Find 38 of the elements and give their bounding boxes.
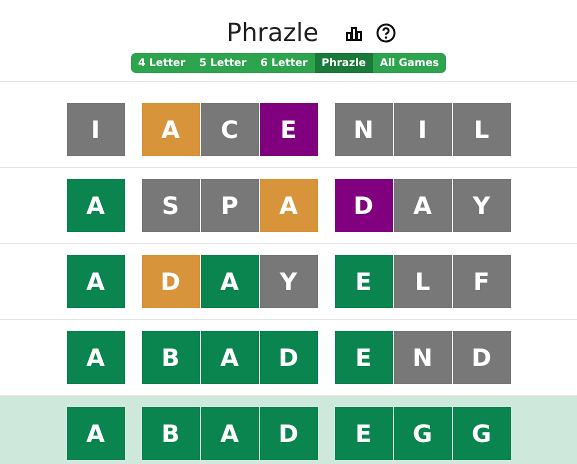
help-icon[interactable]	[376, 22, 396, 42]
letter-tile: D	[334, 179, 392, 232]
letter-tile: D	[260, 407, 318, 460]
letter-tile: D	[452, 331, 510, 384]
game-title: Phrazle	[226, 18, 318, 47]
letter-tile: L	[452, 103, 510, 156]
letter-tile: P	[200, 179, 258, 232]
letter-tile: Y	[260, 255, 318, 308]
letter-tile: E	[260, 103, 318, 156]
letter-tile: A	[200, 331, 258, 384]
letter-tile: Y	[452, 179, 510, 232]
game-tab[interactable]: Phrazle	[314, 53, 373, 73]
letter-tile: D	[260, 331, 318, 384]
letter-tile: G	[394, 407, 452, 460]
letter-tile: S	[142, 179, 200, 232]
letter-tile: E	[334, 331, 392, 384]
letter-tile: N	[394, 331, 452, 384]
letter-tile: A	[142, 103, 200, 156]
letter-tile: A	[394, 179, 452, 232]
letter-tile: B	[142, 331, 200, 384]
letter-tile: E	[334, 407, 392, 460]
letter-tile: A	[66, 331, 124, 384]
letter-tile: F	[452, 255, 510, 308]
letter-tile: A	[66, 255, 124, 308]
letter-tile: I	[394, 103, 452, 156]
letter-tile: E	[334, 255, 392, 308]
letter-tile: A	[66, 179, 124, 232]
letter-tile: B	[142, 407, 200, 460]
letter-tile: A	[66, 407, 124, 460]
letter-tile: A	[200, 407, 258, 460]
letter-tile: C	[200, 103, 258, 156]
letter-tile: D	[142, 255, 200, 308]
letter-tile: I	[66, 103, 124, 156]
letter-tile: L	[394, 255, 452, 308]
letter-tile: A	[260, 179, 318, 232]
letter-tile: G	[452, 407, 510, 460]
letter-tile: N	[334, 103, 392, 156]
letter-tile: A	[200, 255, 258, 308]
